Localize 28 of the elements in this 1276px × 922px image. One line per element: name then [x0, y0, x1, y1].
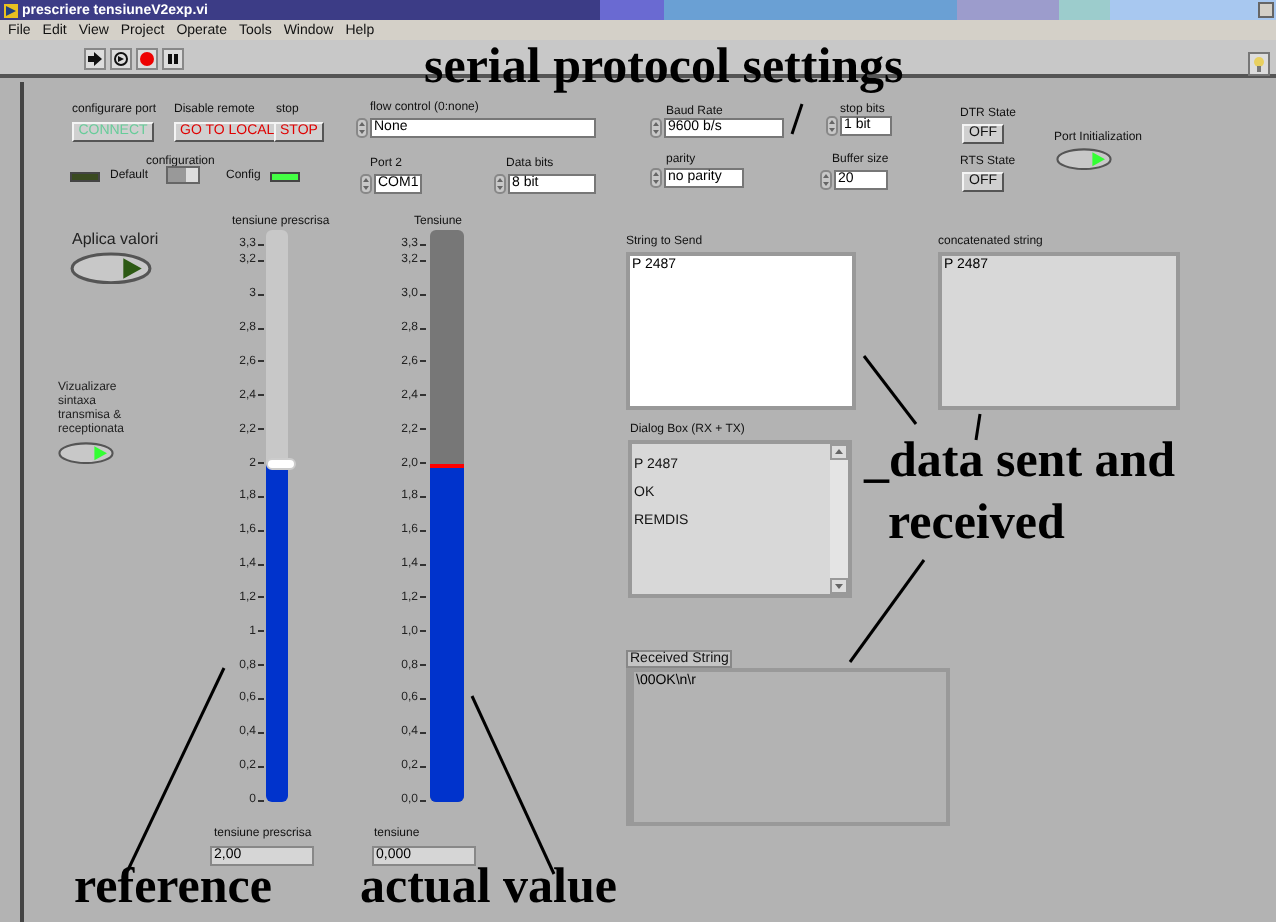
run-arrow-icon[interactable] — [84, 48, 106, 70]
app-icon — [4, 3, 18, 17]
slider-track[interactable] — [266, 230, 288, 802]
spinner-icon[interactable] — [650, 118, 662, 138]
led-button[interactable] — [70, 252, 152, 285]
spinner-icon[interactable] — [820, 170, 832, 190]
scroll-up-icon[interactable] — [830, 444, 848, 460]
led-button[interactable] — [1056, 148, 1112, 171]
leader-line — [862, 355, 918, 425]
leader-line — [974, 413, 982, 441]
led-button[interactable] — [58, 442, 114, 465]
spinner-icon[interactable] — [494, 174, 506, 194]
leader-line — [790, 103, 804, 135]
spinner-icon[interactable] — [356, 118, 368, 138]
scroll-down-icon[interactable] — [830, 578, 848, 594]
spinner-icon[interactable] — [360, 174, 372, 194]
leader-line — [848, 559, 926, 663]
pause-icon[interactable] — [162, 48, 184, 70]
minimize-button[interactable] — [1258, 2, 1274, 18]
toggle-switch[interactable] — [166, 166, 200, 184]
spinner-icon[interactable] — [650, 168, 662, 188]
scrollbar[interactable] — [830, 444, 848, 594]
spinner-icon[interactable] — [826, 116, 838, 136]
control-label: Aplica valori — [72, 232, 159, 248]
annotation-caption: reference — [74, 860, 272, 918]
annotation-caption: _data sent and received — [864, 432, 1178, 554]
run-continuous-icon[interactable] — [110, 48, 132, 70]
annotation-caption: actual value — [360, 860, 617, 918]
